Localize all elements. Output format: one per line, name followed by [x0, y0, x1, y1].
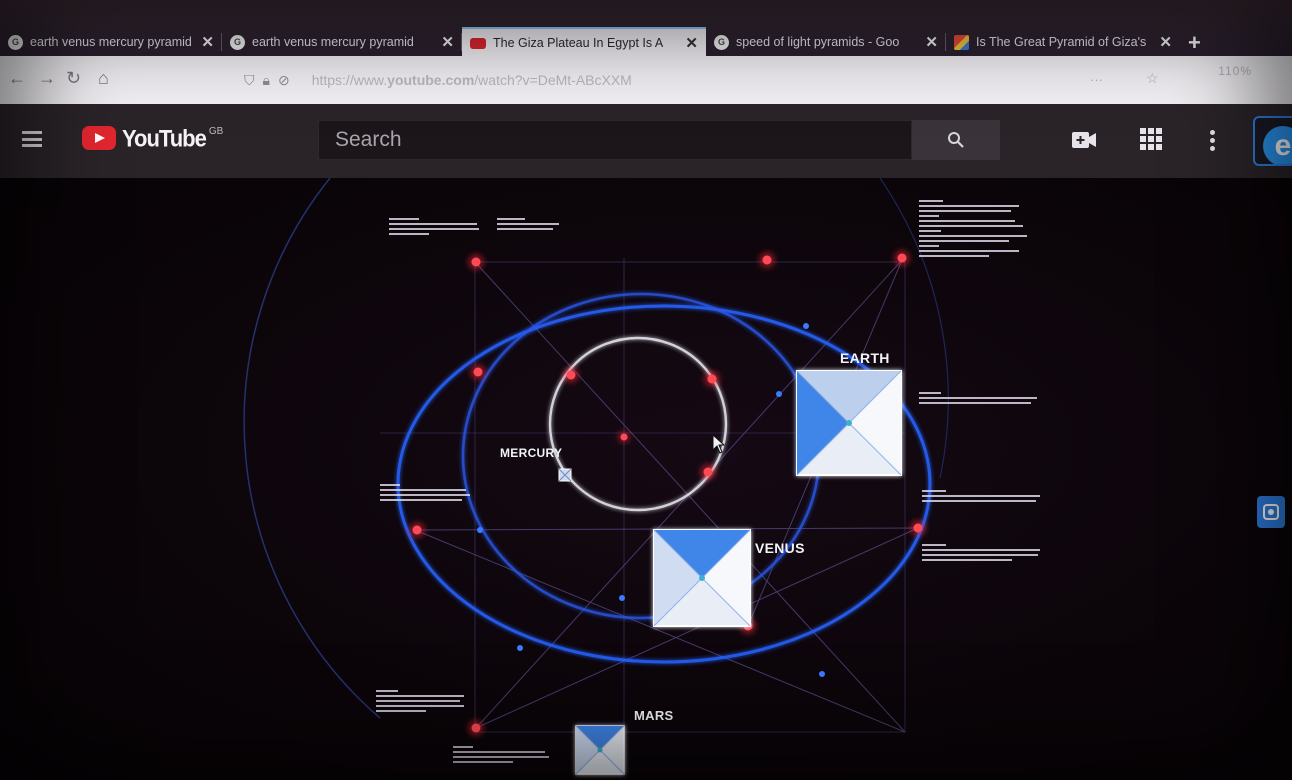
video-player[interactable]: EARTH VENUS MERCURY MARS [0, 178, 1292, 780]
forward-arrow-icon[interactable]: → [38, 68, 56, 89]
mercury-pyramid [558, 468, 572, 482]
browser-navigation-bar: ← → ↻ ⌂ ⛉ 🔒︎ ⊘ https://www.youtube.com/w… [0, 56, 1292, 104]
mars-pyramid [575, 725, 625, 775]
url-prefix: https://www. [311, 72, 388, 88]
youtube-icon [470, 37, 486, 49]
menu-icon[interactable] [22, 131, 42, 147]
google-icon: G [8, 34, 23, 50]
mouse-cursor-icon [712, 434, 726, 454]
annotation-block [389, 218, 481, 238]
image-icon [954, 34, 969, 50]
search-button[interactable] [912, 120, 1000, 160]
tab-title: The Giza Plateau In Egypt Is A [493, 36, 664, 50]
bookmark-star-icon[interactable]: ☆ [1146, 70, 1159, 87]
annotation-block [376, 690, 468, 715]
tab-title: speed of light pyramids - Goo [736, 35, 900, 49]
search-icon [948, 132, 964, 148]
annotation-block [922, 544, 1044, 564]
mercury-label: MERCURY [500, 446, 563, 460]
screen: G earth venus mercury pyramid ✕ G earth … [0, 0, 1292, 780]
annotation-block [380, 484, 472, 504]
orbital-pyramid-diagram [243, 178, 949, 775]
tab-title: earth venus mercury pyramid [30, 35, 192, 49]
google-icon: G [714, 34, 729, 50]
reload-icon[interactable]: ↻ [66, 68, 81, 89]
tab-title: Is The Great Pyramid of Giza's [976, 35, 1147, 49]
url-path: /watch?v=DeMt-ABcXXM [474, 72, 632, 88]
annotation-block [497, 218, 563, 233]
annotation-block [453, 746, 553, 766]
youtube-logo[interactable]: YouTube GB [82, 124, 224, 153]
url-domain: youtube.com [387, 72, 475, 88]
tab-1[interactable]: G earth venus mercury pyramid ✕ [0, 27, 222, 57]
orbit-ticks [477, 323, 825, 677]
apps-grid-icon[interactable] [1140, 128, 1162, 150]
address-bar[interactable]: ⛉ 🔒︎ ⊘ https://www.youtube.com/watch?v=D… [244, 64, 1204, 96]
lock-icon[interactable]: 🔒︎ [263, 72, 270, 89]
tab-4[interactable]: G speed of light pyramids - Goo ✕ [706, 27, 946, 57]
shield-icon[interactable]: ⛉ [244, 72, 255, 89]
home-icon[interactable]: ⌂ [98, 68, 109, 89]
mercury-orbit [548, 336, 728, 512]
zoom-level[interactable]: 110% [1218, 64, 1252, 78]
close-tab-icon[interactable]: ✕ [1159, 33, 1172, 51]
close-tab-icon[interactable]: ✕ [685, 34, 698, 52]
url-text[interactable]: https://www.youtube.com/watch?v=DeMt-ABc… [312, 72, 632, 88]
earth-pyramid [796, 370, 902, 476]
youtube-masthead: YouTube GB Search e [0, 104, 1292, 178]
youtube-play-icon [82, 126, 116, 150]
annotation-block [919, 200, 1037, 260]
permissions-icon[interactable]: ⊘ [278, 72, 290, 89]
search-input[interactable]: Search [318, 120, 912, 160]
mars-orbit-arc [243, 178, 381, 719]
venus-pyramid [653, 529, 751, 627]
more-vert-icon[interactable] [1210, 130, 1216, 154]
tab-2[interactable]: G earth venus mercury pyramid ✕ [222, 27, 462, 57]
tab-3-active[interactable]: The Giza Plateau In Egypt Is A ✕ [462, 27, 706, 57]
venus-label: VENUS [755, 540, 805, 556]
mars-label: MARS [634, 708, 674, 723]
youtube-wordmark: YouTube [122, 124, 207, 153]
page-actions-icon[interactable]: ··· [1090, 72, 1103, 87]
earth-label: EARTH [840, 350, 890, 366]
annotation-block [919, 392, 1041, 407]
avatar-letter: e [1263, 126, 1292, 164]
close-tab-icon[interactable]: ✕ [201, 33, 214, 51]
browser-tab-strip: G earth venus mercury pyramid ✕ G earth … [0, 0, 1292, 57]
annotation-block [922, 490, 1044, 505]
close-tab-icon[interactable]: ✕ [925, 33, 938, 51]
close-tab-icon[interactable]: ✕ [441, 33, 454, 51]
create-video-icon[interactable] [1072, 132, 1096, 148]
widget-icon [1263, 504, 1279, 520]
tab-title: earth venus mercury pyramid [252, 35, 414, 49]
back-arrow-icon[interactable]: ← [8, 68, 26, 89]
region-code: GB [208, 126, 224, 137]
account-avatar[interactable]: e [1253, 116, 1292, 166]
new-tab-button[interactable]: + [1188, 30, 1201, 56]
tab-5[interactable]: Is The Great Pyramid of Giza's ✕ [946, 27, 1180, 57]
google-icon: G [230, 34, 245, 50]
floating-widget-button[interactable] [1257, 496, 1285, 528]
